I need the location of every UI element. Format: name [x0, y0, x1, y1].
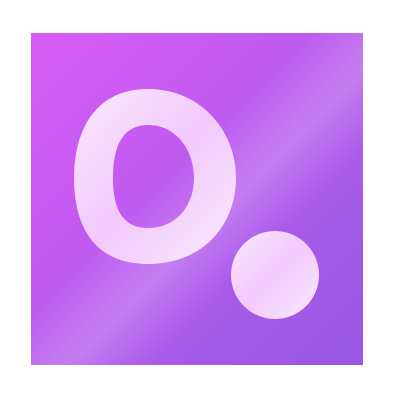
dot-glyph	[231, 231, 319, 319]
canvas	[0, 0, 400, 400]
app-icon-graphic	[31, 33, 363, 365]
app-icon[interactable]	[31, 33, 363, 365]
